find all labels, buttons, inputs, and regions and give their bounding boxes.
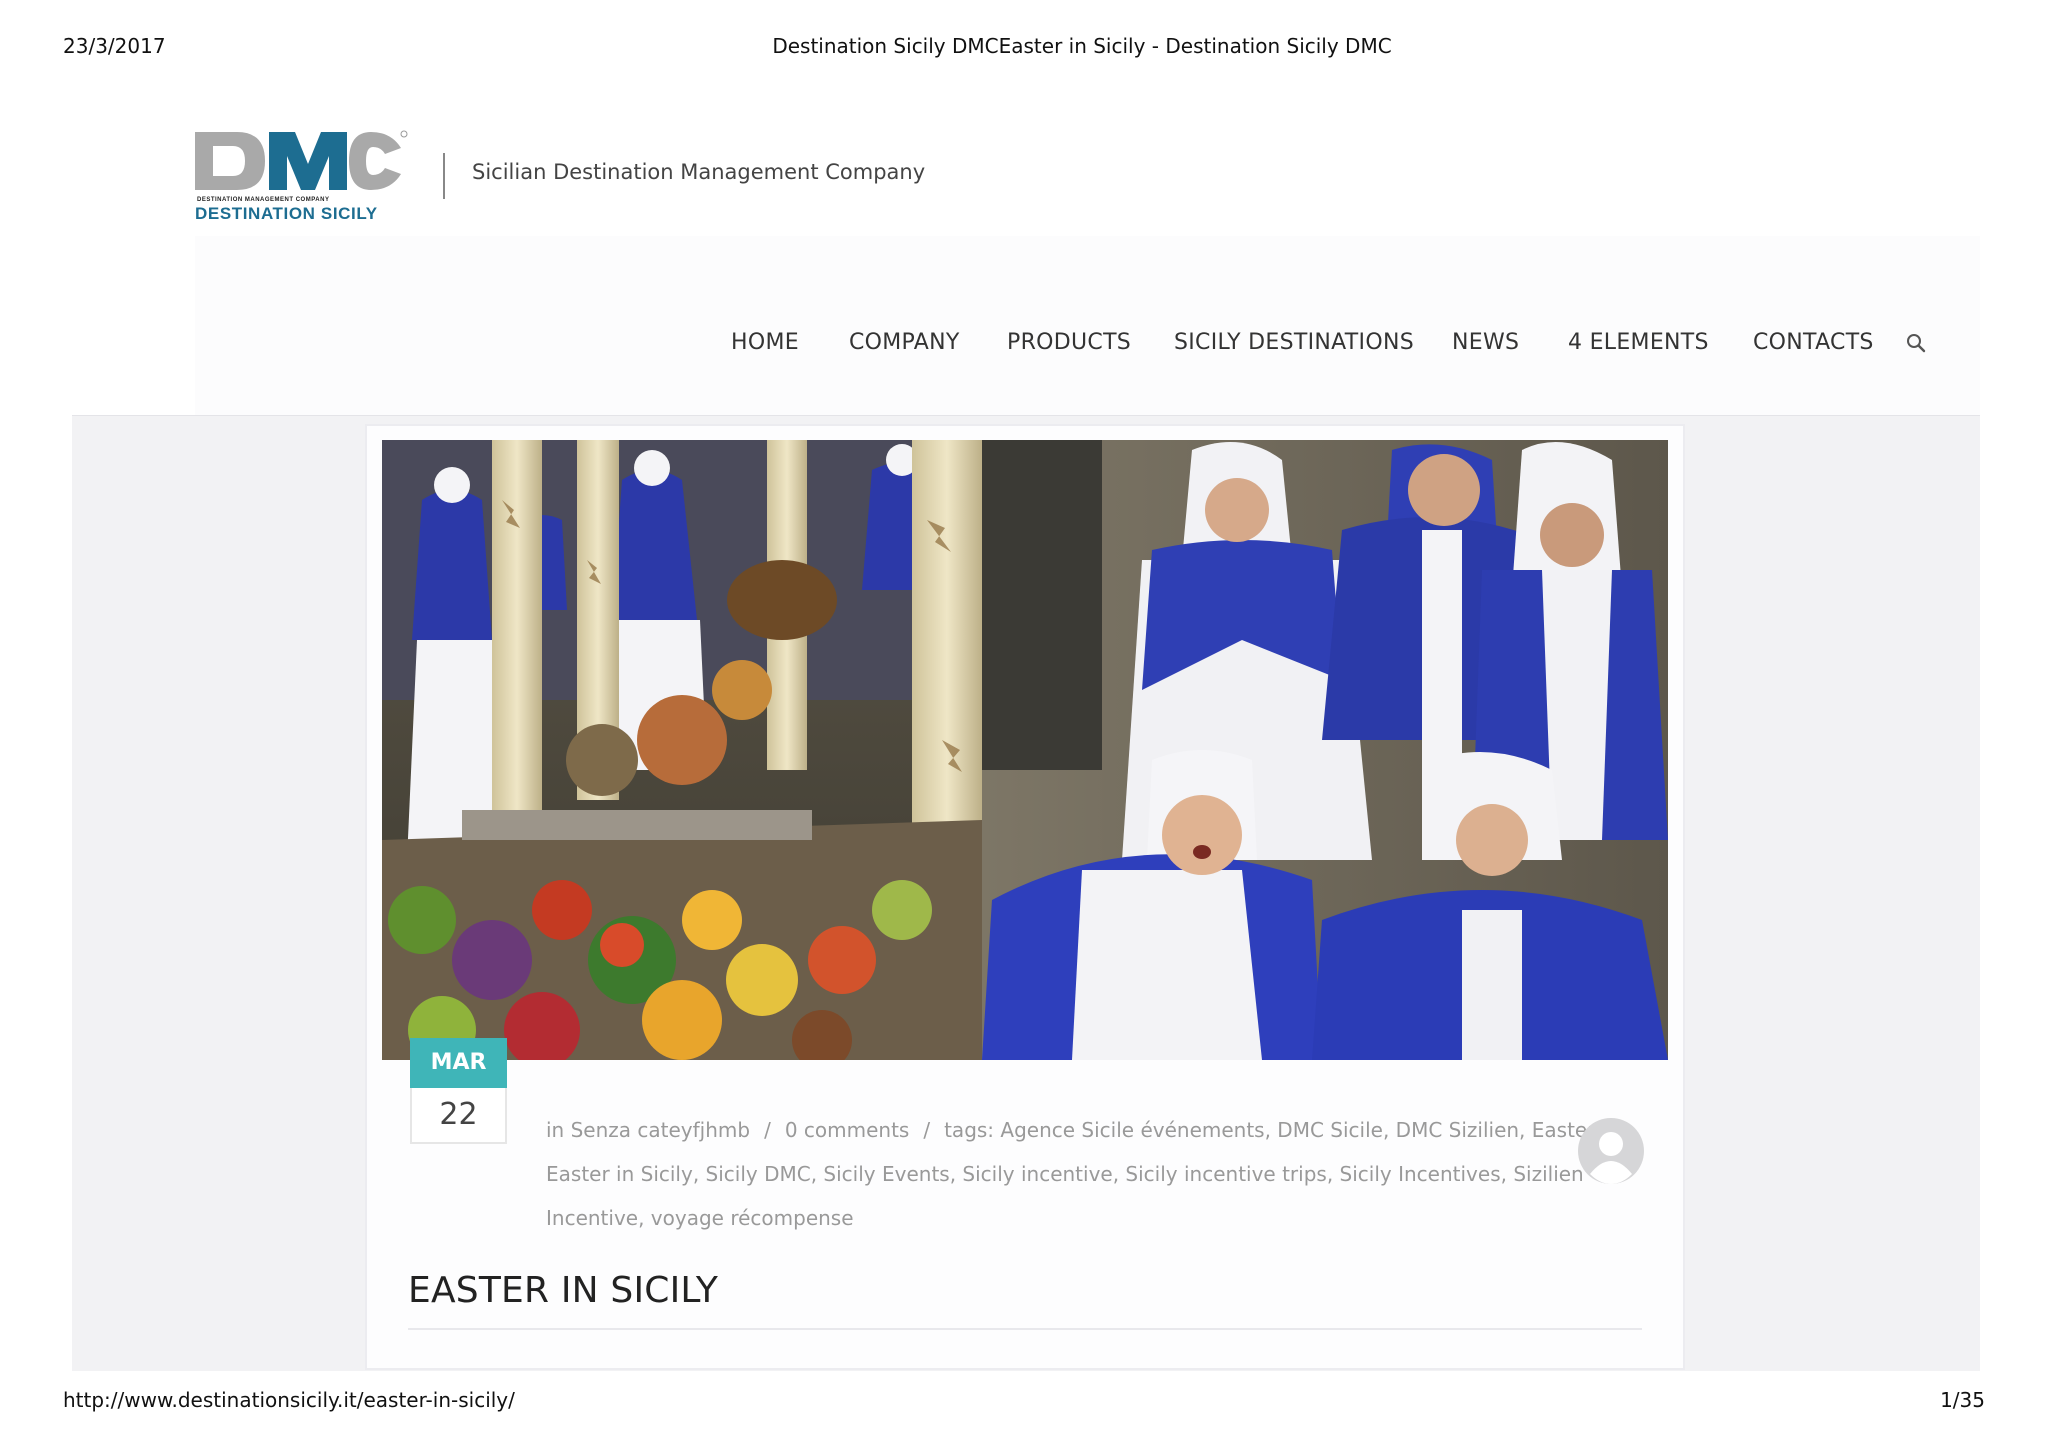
site-tagline: Sicilian Destination Management Company — [472, 160, 926, 184]
nav-contacts[interactable]: CONTACTS — [1753, 330, 1874, 355]
print-url: http://www.destinationsicily.it/easter-i… — [63, 1388, 515, 1412]
meta-separator: / — [764, 1118, 771, 1142]
search-icon[interactable] — [1905, 332, 1927, 354]
author-avatar-icon[interactable] — [1578, 1118, 1644, 1184]
nav-4-elements[interactable]: 4 ELEMENTS — [1568, 330, 1709, 355]
post-meta: in Senza cateyfjhmb/0 comments / tags: Age… — [546, 1108, 1636, 1238]
tagline-divider — [443, 153, 445, 199]
print-page-title: Destination Sicily DMCEaster in Sicily -… — [772, 34, 1392, 58]
logo-mark — [195, 130, 408, 190]
main-nav: HOME COMPANY PRODUCTS SICILY DESTINATION… — [0, 330, 2048, 360]
post-category-link[interactable]: in Senza cateyfjhmb — [546, 1118, 750, 1142]
dmc-logo[interactable]: DESTINATION MANAGEMENT COMPANY DESTINATI… — [195, 130, 410, 225]
print-header: 23/3/2017 Destination Sicily DMCEaster i… — [0, 34, 2048, 60]
post-title: EASTER IN SICILY — [408, 1270, 719, 1311]
date-month: MAR — [410, 1038, 507, 1088]
title-divider — [408, 1328, 1642, 1330]
print-footer: http://www.destinationsicily.it/easter-i… — [0, 1388, 2048, 1414]
post-featured-image[interactable] — [382, 440, 1668, 1060]
easter-procession-illustration — [382, 440, 1668, 1060]
meta-separator: / — [923, 1118, 931, 1142]
logo-subtitle: DESTINATION MANAGEMENT COMPANY — [197, 197, 330, 203]
print-page-number: 1/35 — [1940, 1388, 1985, 1412]
post-comments-link[interactable]: 0 comments — [785, 1118, 910, 1142]
nav-news[interactable]: NEWS — [1452, 330, 1519, 355]
logo-wordmark: DESTINATION SICILY — [195, 204, 378, 223]
nav-products[interactable]: PRODUCTS — [1007, 330, 1131, 355]
date-day: 22 — [410, 1088, 507, 1144]
nav-home[interactable]: HOME — [731, 330, 799, 355]
nav-sicily-destinations[interactable]: SICILY DESTINATIONS — [1174, 330, 1414, 355]
header-background — [195, 236, 1980, 416]
nav-company[interactable]: COMPANY — [849, 330, 960, 355]
post-date-badge: MAR 22 — [410, 1038, 507, 1144]
